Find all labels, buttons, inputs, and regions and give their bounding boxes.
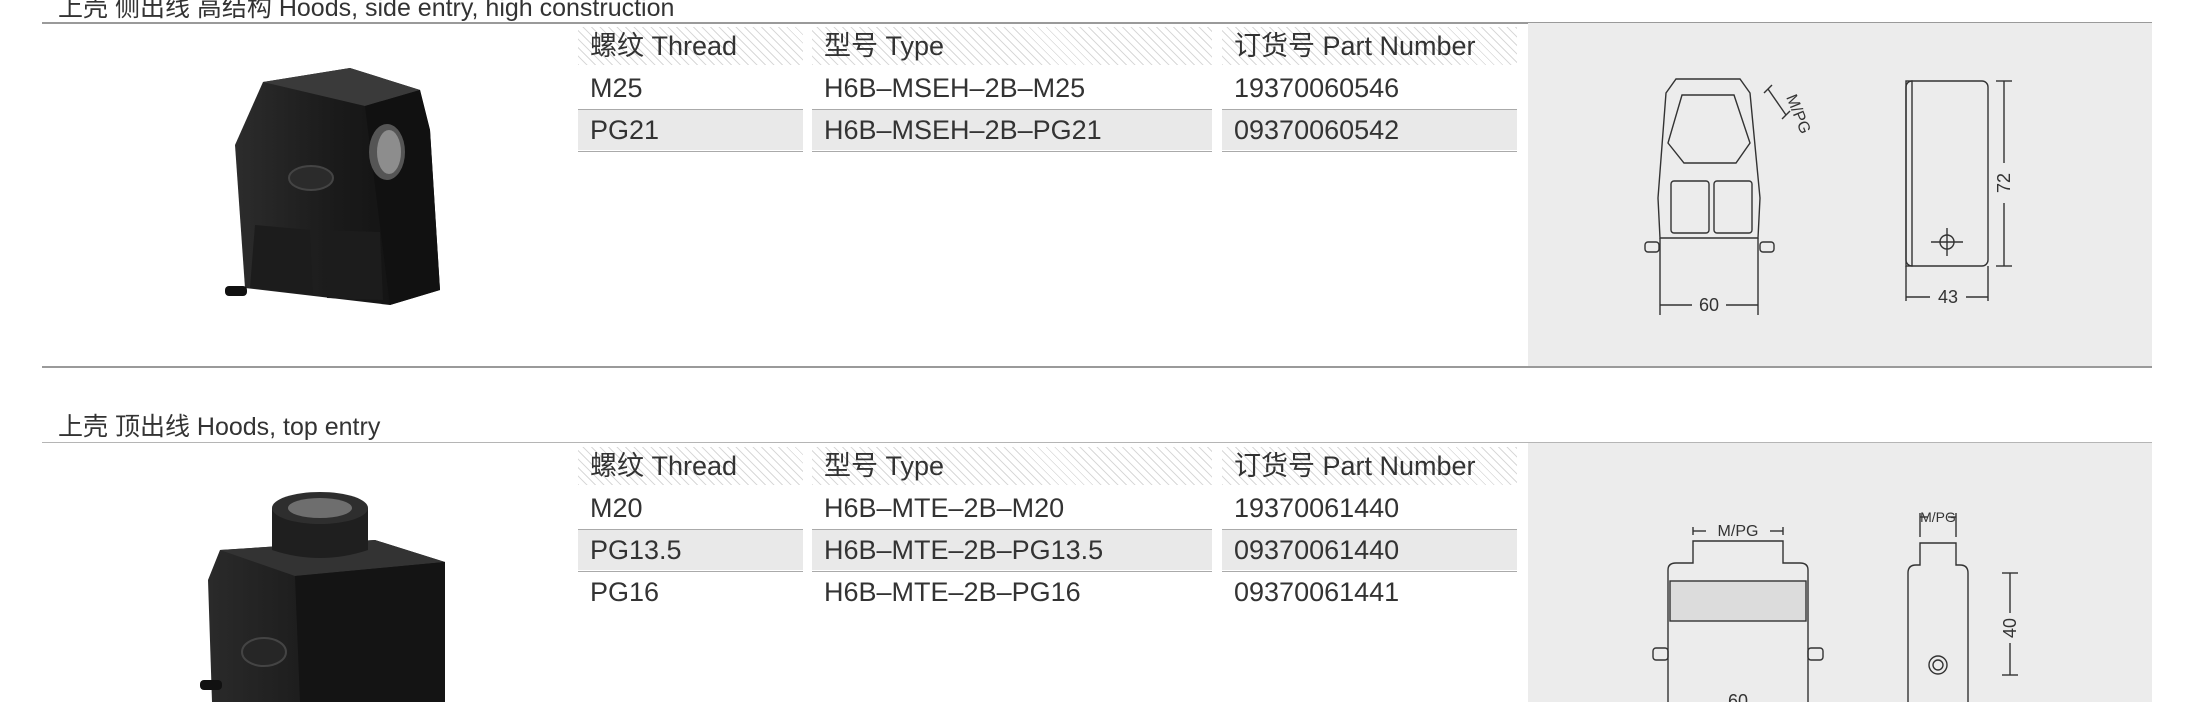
hood-side-entry-drawing: M/PG 60 43 72 (1644, 78, 2014, 315)
technical-drawing-panel: M/PG 60 43 72 (1528, 23, 2152, 366)
table-cell-part-number: 19370061440 (1234, 493, 1400, 523)
section-title-top-entry: 上壳 顶出线 Hoods, top entry (58, 413, 381, 441)
type-column-header: 型号 Type (812, 27, 1212, 65)
dimension-height-label: 72 (1994, 173, 2014, 193)
part-number-column-header: 订货号 Part Number (1222, 27, 1517, 65)
drawing-mpg-label-side: M/PG (1920, 509, 1956, 525)
drawing-mpg-label-front: M/PG (1718, 523, 1759, 540)
table-cell-thread: M20 (590, 493, 643, 523)
section-divider-rule (42, 366, 2152, 368)
table-cell-part-number: 19370060546 (1234, 73, 1400, 103)
dimension-width-label: 60 (1699, 295, 1719, 315)
part-number-column-header: 订货号 Part Number (1222, 447, 1517, 485)
type-column-header: 型号 Type (812, 447, 1212, 485)
table-cell-type: H6B–MTE–2B–M20 (824, 493, 1065, 523)
thread-column-header: 螺纹 Thread (578, 27, 803, 65)
technical-drawing-panel: M/PG M/PG 60 40 (1528, 443, 2152, 707)
table-cell-type: H6B–MSEH–2B–M25 (824, 73, 1086, 103)
table-cell-thread: PG16 (590, 577, 660, 607)
dimension-height-label: 40 (2000, 618, 2020, 638)
section-title-side-entry: 上壳 侧出线 高结构 Hoods, side entry, high const… (58, 0, 675, 22)
hood-top-entry-drawing: M/PG M/PG 60 40 (1652, 509, 2020, 707)
row-divider (1222, 151, 1517, 152)
table-cell-type: H6B–MTE–2B–PG16 (824, 577, 1081, 607)
row-divider (812, 151, 1212, 152)
table-cell-part-number: 09370060542 (1222, 110, 1517, 150)
table-cell-type: H6B–MSEH–2B–PG21 (812, 110, 1212, 150)
table-cell-part-number: 09370061440 (1222, 530, 1517, 570)
table-cell-part-number: 09370061441 (1234, 577, 1400, 607)
hood-side-entry-photo (225, 68, 440, 305)
table-cell-thread: M25 (590, 73, 643, 103)
table-cell-type: H6B–MTE–2B–PG13.5 (812, 530, 1212, 570)
thread-column-header: 螺纹 Thread (578, 447, 803, 485)
table-cell-thread: PG21 (578, 110, 803, 150)
hood-top-entry-photo (200, 492, 445, 702)
dimension-width-label: 60 (1728, 691, 1748, 702)
row-divider (578, 151, 803, 152)
dimension-depth-label: 43 (1938, 287, 1958, 307)
table-cell-thread: PG13.5 (578, 530, 803, 570)
